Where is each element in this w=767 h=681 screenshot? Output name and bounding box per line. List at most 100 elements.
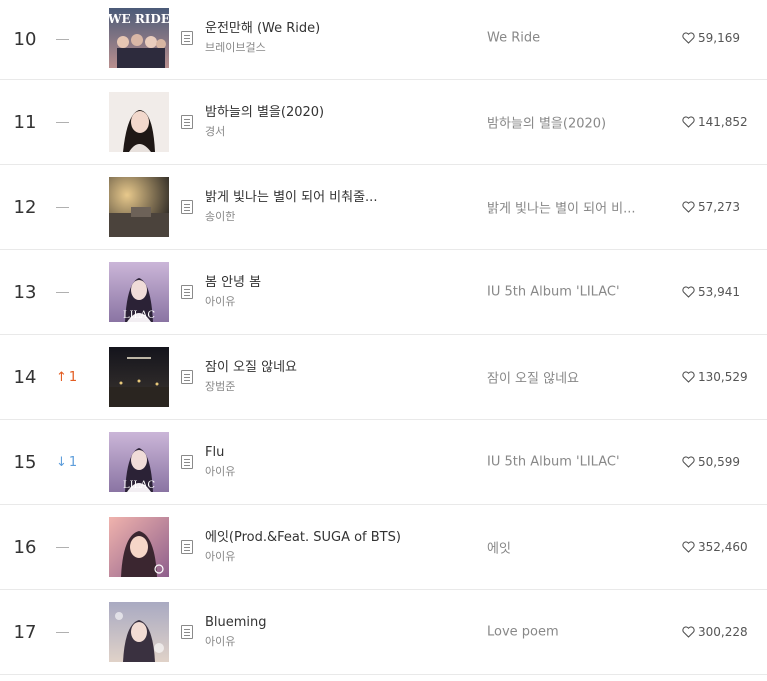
- heart-icon: [682, 116, 695, 128]
- artist-name[interactable]: 장범준: [205, 379, 435, 395]
- rank-number: 12: [13, 196, 37, 218]
- chart-row[interactable]: 14 ↑ 1 잠이 오질 않네요 장범준 잠이 오질 않네요 130,529: [0, 335, 767, 420]
- like-count: 53,941: [698, 285, 740, 299]
- chart-row[interactable]: 15 ↓ 1 LILAC Flu 아이유 IU 5th Album 'LILAC'…: [0, 420, 767, 505]
- rank-number: 14: [13, 366, 37, 388]
- chart-row[interactable]: 11 밤하늘의 별을(2020) 경서 밤하늘의 별을(2020) 141,85…: [0, 80, 767, 165]
- heart-icon: [682, 201, 695, 213]
- album-cover[interactable]: LILAC: [109, 432, 169, 492]
- lyrics-icon[interactable]: [181, 285, 193, 299]
- lyrics-icon[interactable]: [181, 31, 193, 45]
- chart-list: 10 WE RIDE 운전만해 (We Ride) 브레이브걸스 We Ride…: [0, 0, 767, 675]
- rank-change-none: [56, 165, 84, 249]
- rank-change-value: 1: [68, 454, 78, 470]
- rank-change-none: [56, 0, 84, 79]
- song-title[interactable]: Flu: [205, 444, 435, 462]
- like-button[interactable]: 53,941: [682, 285, 740, 299]
- like-count: 352,460: [698, 540, 748, 554]
- like-count: 300,228: [698, 625, 748, 639]
- album-cover[interactable]: [109, 517, 169, 577]
- song-info: 에잇(Prod.&Feat. SUGA of BTS) 아이유: [205, 529, 435, 565]
- like-button[interactable]: 130,529: [682, 370, 748, 384]
- album-cover[interactable]: [109, 177, 169, 237]
- song-info: Blueming 아이유: [205, 614, 435, 650]
- like-button[interactable]: 300,228: [682, 625, 748, 639]
- heart-icon: [682, 371, 695, 383]
- lyrics-icon[interactable]: [181, 455, 193, 469]
- song-title[interactable]: Blueming: [205, 614, 435, 632]
- lyrics-icon[interactable]: [181, 370, 193, 384]
- rank-number: 11: [13, 111, 37, 133]
- song-title[interactable]: 에잇(Prod.&Feat. SUGA of BTS): [205, 529, 435, 547]
- like-count: 130,529: [698, 370, 748, 384]
- lyrics-icon[interactable]: [181, 540, 193, 554]
- rank-number: 10: [13, 29, 37, 50]
- like-count: 57,273: [698, 200, 740, 214]
- song-info: 운전만해 (We Ride) 브레이브걸스: [205, 20, 435, 56]
- chart-row[interactable]: 13 LILAC 봄 안녕 봄 아이유 IU 5th Album 'LILAC'…: [0, 250, 767, 335]
- artist-name[interactable]: 아이유: [205, 294, 435, 310]
- artist-name[interactable]: 아이유: [205, 549, 435, 565]
- heart-icon: [682, 456, 695, 468]
- album-name[interactable]: 에잇: [487, 538, 667, 557]
- like-count: 59,169: [698, 31, 740, 45]
- album-cover[interactable]: [109, 347, 169, 407]
- heart-icon: [682, 286, 695, 298]
- song-info: 밤하늘의 별을(2020) 경서: [205, 104, 435, 140]
- album-cover[interactable]: LILAC: [109, 262, 169, 322]
- song-info: 봄 안녕 봄 아이유: [205, 274, 435, 310]
- album-name[interactable]: 잠이 오질 않네요: [487, 368, 667, 387]
- like-count: 141,852: [698, 115, 748, 129]
- song-title[interactable]: 밝게 빛나는 별이 되어 비춰줄...: [205, 189, 435, 207]
- album-name[interactable]: 밤하늘의 별을(2020): [487, 113, 667, 132]
- arrow-down-icon: ↓: [56, 454, 67, 470]
- rank-change-none: [56, 505, 84, 589]
- song-title[interactable]: 잠이 오질 않네요: [205, 359, 435, 377]
- chart-row[interactable]: 12 밝게 빛나는 별이 되어 비춰줄... 송이한 밝게 빛나는 별이 되어 …: [0, 165, 767, 250]
- song-title[interactable]: 봄 안녕 봄: [205, 274, 435, 292]
- like-button[interactable]: 57,273: [682, 200, 740, 214]
- lyrics-icon[interactable]: [181, 200, 193, 214]
- album-cover[interactable]: WE RIDE: [109, 8, 169, 68]
- artist-name[interactable]: 브레이브걸스: [205, 40, 435, 56]
- chart-row[interactable]: 17 Blueming 아이유 Love poem 300,228: [0, 590, 767, 675]
- heart-icon: [682, 32, 695, 44]
- rank-change-up: ↑ 1: [56, 335, 84, 419]
- like-button[interactable]: 50,599: [682, 455, 740, 469]
- album-cover[interactable]: [109, 92, 169, 152]
- song-info: Flu 아이유: [205, 444, 435, 480]
- album-name[interactable]: IU 5th Album 'LILAC': [487, 285, 667, 300]
- rank-change-none: [56, 590, 84, 674]
- song-title[interactable]: 운전만해 (We Ride): [205, 20, 435, 38]
- song-info: 밝게 빛나는 별이 되어 비춰줄... 송이한: [205, 189, 435, 225]
- rank-change-none: [56, 80, 84, 164]
- like-button[interactable]: 59,169: [682, 31, 740, 45]
- artist-name[interactable]: 경서: [205, 124, 435, 140]
- artist-name[interactable]: 송이한: [205, 209, 435, 225]
- rank-number: 17: [13, 621, 37, 643]
- cover-logo: LILAC: [123, 310, 155, 321]
- song-title[interactable]: 밤하늘의 별을(2020): [205, 104, 435, 122]
- chart-row[interactable]: 10 WE RIDE 운전만해 (We Ride) 브레이브걸스 We Ride…: [0, 0, 767, 80]
- chart-row[interactable]: 16 에잇(Prod.&Feat. SUGA of BTS) 아이유 에잇 35…: [0, 505, 767, 590]
- album-cover[interactable]: [109, 602, 169, 662]
- artist-name[interactable]: 아이유: [205, 464, 435, 480]
- cover-logo: LILAC: [123, 480, 155, 491]
- heart-icon: [682, 626, 695, 638]
- rank-number: 16: [13, 536, 37, 558]
- rank-number: 13: [13, 281, 37, 303]
- album-name[interactable]: We Ride: [487, 31, 667, 46]
- cover-logo: WE RIDE: [109, 12, 169, 26]
- album-name[interactable]: Love poem: [487, 625, 667, 640]
- lyrics-icon[interactable]: [181, 625, 193, 639]
- lyrics-icon[interactable]: [181, 115, 193, 129]
- heart-icon: [682, 541, 695, 553]
- rank-change-down: ↓ 1: [56, 420, 84, 504]
- like-count: 50,599: [698, 455, 740, 469]
- artist-name[interactable]: 아이유: [205, 634, 435, 650]
- rank-change-value: 1: [68, 369, 78, 385]
- like-button[interactable]: 141,852: [682, 115, 748, 129]
- album-name[interactable]: 밝게 빛나는 별이 되어 비...: [487, 198, 667, 217]
- like-button[interactable]: 352,460: [682, 540, 748, 554]
- album-name[interactable]: IU 5th Album 'LILAC': [487, 455, 667, 470]
